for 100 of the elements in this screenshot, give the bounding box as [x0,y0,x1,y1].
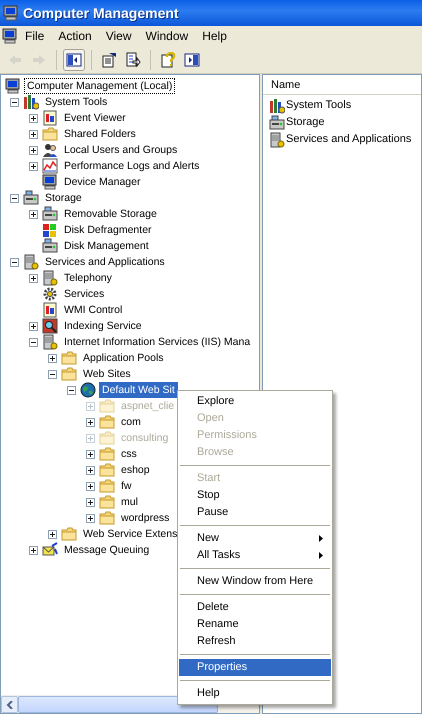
plus-icon [86,466,94,474]
menu-item[interactable]: Refresh [179,633,331,650]
tree-item[interactable]: Telephony [61,270,115,286]
menu-item[interactable]: View [98,27,138,45]
expand-button[interactable] [28,322,38,330]
collapse-button[interactable] [48,370,56,378]
folder-icon [99,510,115,526]
folder-icon [99,446,115,462]
plus-icon [86,482,94,490]
tree-item[interactable]: Performance Logs and Alerts [61,158,202,174]
tree-item[interactable]: Disk Management [61,238,152,254]
server-icon [23,254,39,270]
action-pane-icon [184,52,200,68]
tree-item[interactable]: mul [118,494,141,510]
tree-item[interactable]: Shared Folders [61,126,139,142]
menu-item[interactable]: Stop [179,487,331,504]
folder-icon [99,494,115,510]
expand-button[interactable] [28,146,38,154]
tree-item[interactable]: Local Users and Groups [61,142,180,158]
tree-item[interactable]: Device Manager [61,174,144,190]
plus-icon [30,210,36,218]
menu-item[interactable]: Action [51,27,99,45]
tree-item[interactable]: eshop [118,462,153,478]
tree-item[interactable]: Storage [42,190,85,206]
plus-icon [30,130,36,138]
expand-button[interactable] [86,418,94,426]
plus-icon [30,162,36,170]
plus-icon [30,114,36,122]
tree-pane-button[interactable] [63,48,85,70]
menu-item[interactable]: Pause [179,504,331,521]
plus-icon [86,514,94,522]
expand-button[interactable] [48,354,56,362]
tree-item[interactable]: Removable Storage [61,206,160,222]
expand-button[interactable] [28,130,38,138]
expand-button[interactable] [28,210,38,218]
tree-item[interactable]: Application Pools [80,350,167,366]
expand-button[interactable] [28,546,38,554]
tree-item[interactable]: Web Sites [80,366,134,382]
list-item[interactable]: System Tools [286,98,352,112]
folder-icon [61,350,77,366]
collapse-button[interactable] [10,258,18,266]
tree-item[interactable]: Event Viewer [61,110,129,126]
tree-item[interactable]: Message Queuing [61,542,152,558]
tree-item[interactable]: Internet Information Services (IIS) Mana [61,334,254,350]
expand-button[interactable] [48,530,56,538]
expand-button[interactable] [86,514,94,522]
menu-item[interactable]: Explore [179,393,331,410]
tree-item[interactable]: Services and Applications [42,254,168,270]
menu-item[interactable]: File [18,27,52,45]
menu-item[interactable]: Help [195,27,234,45]
tools-icon [269,98,285,114]
menu-item[interactable]: All Tasks [179,547,331,564]
tree-item[interactable]: WMI Control [61,302,126,318]
collapse-button[interactable] [28,338,38,346]
plus-icon [30,546,36,554]
collapse-button[interactable] [66,386,76,394]
folder-icon [99,430,115,446]
collapse-button[interactable] [10,194,18,202]
properties-icon [101,52,117,68]
plus-icon [48,530,56,538]
expand-button[interactable] [86,482,94,490]
users-icon [42,142,58,158]
help-icon [160,52,176,68]
expand-button[interactable] [28,162,38,170]
tree-item[interactable]: wordpress [118,510,172,526]
folder-icon [99,462,115,478]
tree-item[interactable]: Web Service Extens [80,526,180,542]
tree-pane-icon [66,52,82,68]
tree-item[interactable]: Services [61,286,108,302]
expand-button[interactable] [28,114,38,122]
collapse-button[interactable] [10,98,18,106]
tree-item[interactable]: com [118,414,144,430]
expand-button[interactable] [86,466,94,474]
tree-item[interactable]: Indexing Service [61,318,145,334]
tree-item[interactable]: Computer Management (Local) [24,78,176,94]
menu-item[interactable]: Help [179,685,331,702]
menu-item[interactable]: New Window from Here [179,573,331,590]
plus-icon [30,274,36,282]
tree-item[interactable]: css [118,446,140,462]
plus-icon [86,434,94,442]
menu-item[interactable]: Properties [179,659,331,676]
gear-icon [42,286,58,302]
list-item[interactable]: Services and Applications [286,132,412,146]
folder-icon [99,398,115,414]
folder-icon [42,126,58,142]
tree-item[interactable]: System Tools [42,94,110,110]
list-item[interactable]: Storage [286,116,325,130]
computer-icon [2,28,18,44]
menu-item[interactable]: Delete [179,599,331,616]
expand-button[interactable] [86,498,94,506]
tree-item[interactable]: fw [118,478,134,494]
menu-item[interactable]: New [179,530,331,547]
tree-item[interactable]: Disk Defragmenter [61,222,155,238]
menu-item[interactable]: Window [138,27,196,45]
tree-item[interactable]: Default Web Sit [99,382,178,398]
expand-button[interactable] [28,274,38,282]
computer-icon [5,78,21,94]
server-icon [42,270,58,286]
menu-item[interactable]: Rename [179,616,331,633]
expand-button[interactable] [86,450,94,458]
